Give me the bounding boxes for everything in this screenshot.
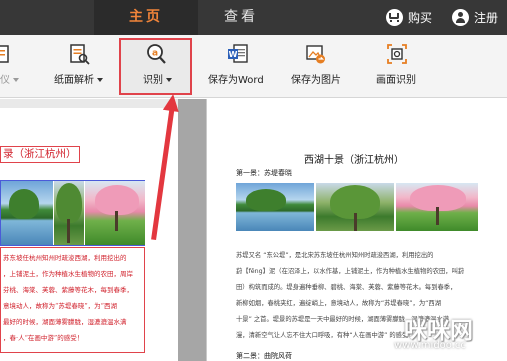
screen-recognize-button[interactable]: 画面识别 xyxy=(372,35,422,98)
top-menu-bar: 主页 查看 购买 注册 xyxy=(0,0,507,35)
recognize-button[interactable]: a 识别 xyxy=(121,35,190,98)
screen-recognize-label: 画面识别 xyxy=(376,75,416,86)
page-gutter xyxy=(178,99,206,361)
tab-view[interactable]: 查看 xyxy=(205,0,277,35)
recognize-magnifier-icon: a xyxy=(147,44,166,64)
site-watermark-url: www.midoo.cc xyxy=(394,340,466,351)
left-text-line: 苏东坡任杭州知州时疏浚西湖，利用挖出的 xyxy=(3,254,127,262)
cart-icon xyxy=(386,9,403,26)
word-document-icon: W xyxy=(228,44,248,63)
save-image-icon xyxy=(306,45,325,64)
left-text-line: ，春·人“在画中游”的感受！ xyxy=(3,334,84,342)
tab-home[interactable]: 主页 xyxy=(94,0,198,35)
svg-text:W: W xyxy=(229,50,238,59)
tree-photo xyxy=(54,181,84,245)
left-text-line: 意境动人，故称为“苏堤春晓”，为“西湖 xyxy=(3,302,117,310)
document-text-line: 新柳如烟，春桃夹红，遍绽峭上，意境动人，故称为“苏堤春晓”，为“西湖 xyxy=(236,300,441,307)
document-blossom-photo xyxy=(396,183,478,231)
lake-photo xyxy=(1,181,53,245)
save-as-image-label: 保存为图片 xyxy=(291,75,341,86)
section-heading-2: 第二景：曲院风荷 xyxy=(236,352,292,360)
blossom-photo xyxy=(85,181,145,245)
screen-capture-icon xyxy=(387,44,407,64)
left-recognized-title[interactable]: 录（浙江杭州） xyxy=(0,146,80,163)
document-text-line: 漫，清新空气让人忘不住大口呼吸，有种“人在画中游” 的感受！ xyxy=(236,332,415,339)
paper-analysis-button[interactable]: 纸面解析 xyxy=(50,35,110,98)
paper-analysis-icon xyxy=(70,44,90,65)
paper-analysis-label: 纸面解析 xyxy=(54,75,94,86)
buy-label: 购买 xyxy=(408,11,433,25)
recognize-label: 识别 xyxy=(143,75,163,86)
toolbar-item-partial[interactable]: 仪 xyxy=(0,35,30,98)
register-label: 注册 xyxy=(474,11,499,25)
document-text-line: 苏堤又名 “东公堤”，是北宋苏东坡任杭州知州时疏浚西湖，利用挖出的 xyxy=(236,252,434,259)
left-text-line: ，上铺泥土，作为种植水生植物的农田，周岸 xyxy=(3,270,133,278)
register-button[interactable]: 注册 xyxy=(452,0,498,35)
save-as-word-button[interactable]: W 保存为Word xyxy=(205,35,271,98)
document-lake-photo xyxy=(236,183,314,231)
buy-button[interactable]: 购买 xyxy=(386,0,432,35)
document-icon xyxy=(0,45,9,63)
app-window: 主页 查看 购买 注册 仪 纸面解析 a 识别 W 保存为Word 保存为图片 … xyxy=(0,0,507,361)
save-as-image-button[interactable]: 保存为图片 xyxy=(288,35,348,98)
user-icon xyxy=(452,9,469,26)
left-image-region[interactable] xyxy=(0,180,145,246)
section-heading-1: 第一景：苏堤春晓 xyxy=(236,169,292,177)
left-text-line: 芬桃、海棠、芙蓉、紫藤等花木，每到春季， xyxy=(3,286,133,294)
document-text-line: 葑【fēng】泥（在沼泽上，以水作基，上铺泥土，作为种植水生植物的农田，叫葑 xyxy=(236,268,465,275)
save-as-word-label: 保存为Word xyxy=(208,75,264,86)
document-title: 西湖十景（浙江杭州） xyxy=(304,155,404,166)
left-text-line: 最好的时候，湖面薄雾朦胧，湿漉漉温水满 xyxy=(3,318,127,326)
left-page-top-strip xyxy=(0,99,178,108)
document-text-line: 田）构筑而成的。堤身遍种垂柳、碧桃、海棠、芙蓉、紫藤等花木。每到春季， xyxy=(236,284,457,291)
svg-text:a: a xyxy=(152,49,158,59)
document-tree-photo xyxy=(316,183,394,231)
toolbar-item-partial-label: 仪 xyxy=(0,75,10,86)
left-recognized-text-region[interactable]: 苏东坡任杭州知州时疏浚西湖，利用挖出的 ，上铺泥土，作为种植水生植物的农田，周岸… xyxy=(0,247,145,353)
